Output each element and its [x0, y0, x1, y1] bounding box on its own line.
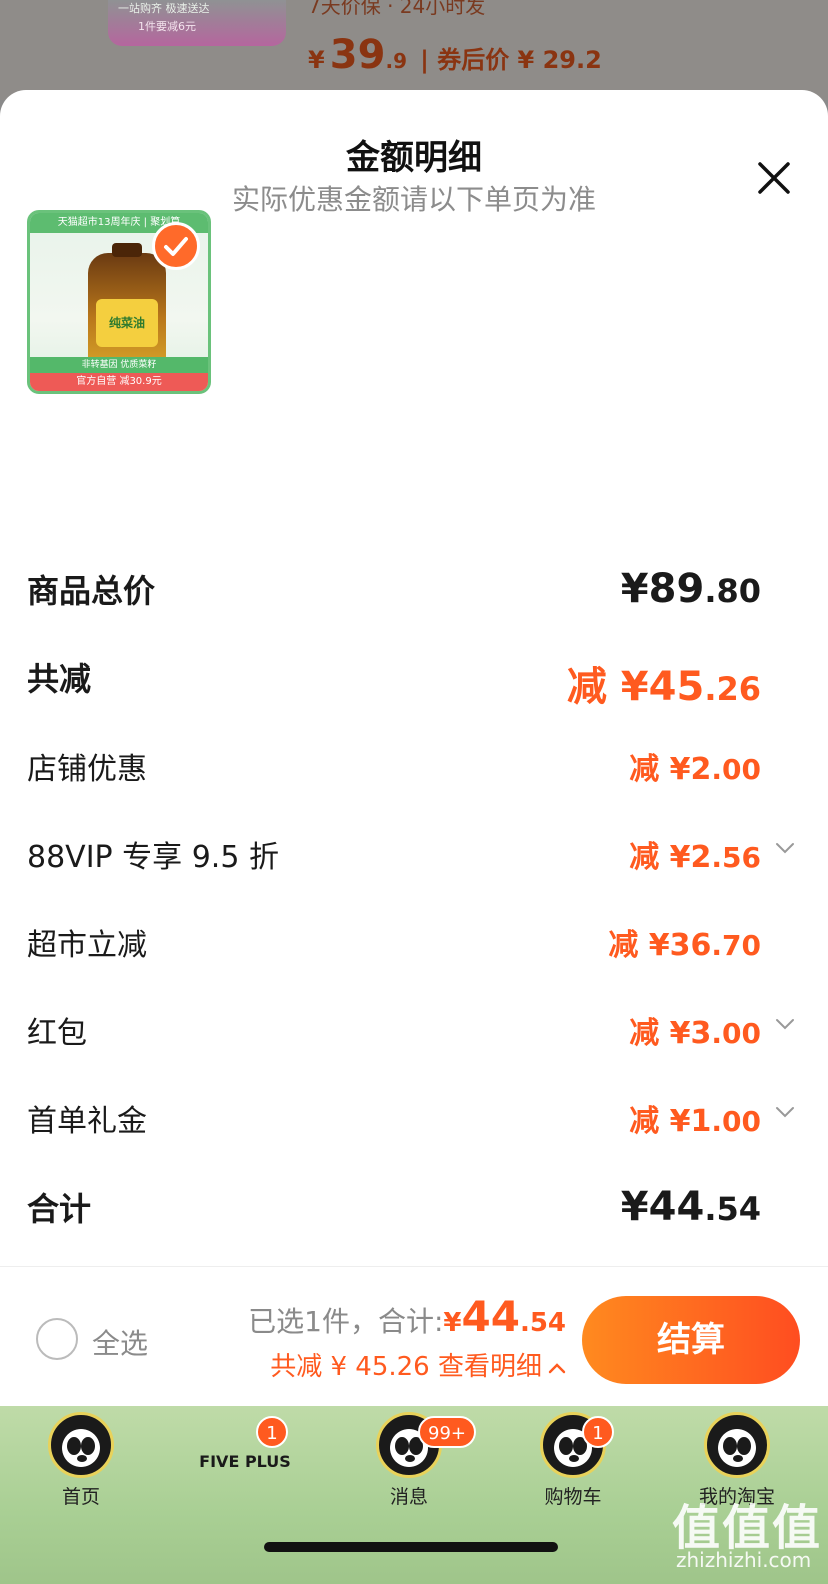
summary-label: 已选1件，合计: — [248, 1305, 444, 1338]
product-strip1: 非转基因 优质菜籽 — [30, 357, 208, 373]
watermark-url: zhizhizhi.com — [676, 1548, 812, 1572]
bottle-cap — [112, 243, 142, 257]
home-indicator[interactable] — [264, 1542, 558, 1552]
row-label: 店铺优惠 — [27, 752, 147, 787]
background-after-coupon: | 券后价 ¥ 29.2 — [420, 46, 602, 74]
summary-int: 44 — [461, 1292, 520, 1341]
row-value-int: 45 — [648, 664, 705, 710]
row-grand-total: 合计 ¥44.54 — [27, 1184, 797, 1232]
row-value: 减 ¥2.56 — [629, 832, 761, 876]
row-value: 减 ¥2.00 — [629, 744, 761, 788]
chevron-down-icon[interactable] — [773, 1100, 797, 1124]
notification-badge: 1 — [582, 1416, 614, 1448]
row-value-prefix: 减 ¥ — [608, 928, 670, 963]
panda-avatar-icon — [704, 1412, 770, 1478]
row-value-prefix: ¥ — [620, 1184, 649, 1230]
row-first-order-gift[interactable]: 首单礼金 减 ¥1.00 — [27, 1096, 797, 1139]
row-value: 减 ¥36.70 — [608, 920, 761, 964]
checkout-button[interactable]: 结算 — [582, 1296, 800, 1384]
select-all-radio[interactable] — [36, 1318, 78, 1360]
select-all-label[interactable]: 全选 — [92, 1322, 148, 1362]
oil-bottle-icon: 纯菜油 — [88, 243, 166, 371]
background-price-symbol: ¥ — [308, 46, 325, 74]
tab-label: 首页 — [61, 1486, 100, 1508]
row-value-dec: .00 — [711, 753, 761, 786]
row-value-int: 3 — [690, 1016, 712, 1051]
row-label: 红包 — [27, 1016, 87, 1051]
row-value: 减 ¥3.00 — [629, 1008, 761, 1052]
row-value-int: 1 — [690, 1104, 712, 1139]
row-value-dec: .54 — [704, 1190, 761, 1228]
row-value-prefix: 减 ¥ — [629, 1016, 691, 1051]
row-total-price: 商品总价 ¥89.80 — [27, 566, 797, 614]
summary-symbol: ¥ — [443, 1308, 462, 1338]
chevron-down-icon[interactable] — [773, 1012, 797, 1036]
tab-messages[interactable]: 99+ 消息 — [354, 1412, 476, 1512]
row-total-discount: 共减 减 ¥45.26 — [27, 654, 797, 710]
row-value-int: 89 — [648, 566, 705, 612]
row-value-int: 2 — [690, 840, 712, 875]
notification-badge: 99+ — [418, 1416, 476, 1448]
background-thumb-line2: 1件要减6元 — [138, 20, 196, 33]
row-value: ¥44.54 — [621, 1184, 761, 1230]
row-label: 共减 — [27, 660, 92, 698]
row-value: 减 ¥1.00 — [629, 1096, 761, 1140]
background-product-tag: 7天价保 · 24小时发 — [308, 0, 486, 18]
row-value-prefix: 减 ¥ — [629, 1104, 691, 1139]
close-icon — [758, 162, 790, 194]
row-value-int: 36 — [669, 928, 712, 963]
tab-cart[interactable]: 1 购物车 — [518, 1412, 628, 1512]
row-label: 首单礼金 — [27, 1104, 147, 1139]
row-value-prefix: 减 ¥ — [566, 664, 649, 710]
background-price-dec: .9 — [385, 49, 407, 73]
row-label: 88VIP 专享 9.5 折 — [27, 840, 279, 875]
row-value-prefix: ¥ — [620, 566, 649, 612]
row-value-dec: .00 — [711, 1105, 761, 1138]
summary-dec: .54 — [519, 1308, 566, 1338]
tab-home[interactable]: 首页 — [26, 1412, 136, 1512]
row-label: 超市立减 — [27, 928, 147, 963]
background-thumb-line1: 一站购齐 极速送达 — [118, 2, 210, 15]
background-product-strip: 一站购齐 极速送达 1件要减6元 7天价保 · 24小时发 ¥ 39.9 | 券… — [0, 0, 828, 100]
row-supermarket-discount: 超市立减 减 ¥36.70 — [27, 920, 797, 963]
tab-five-plus[interactable]: FIVE PLUS 1 — [190, 1412, 300, 1512]
view-detail-link[interactable]: 共减 ¥ 45.26 查看明细 — [270, 1346, 566, 1383]
chevron-up-icon — [548, 1363, 566, 1374]
row-value-dec: .70 — [711, 929, 761, 962]
row-value-dec: .56 — [711, 841, 761, 874]
product-strip2: 官方自营 减30.9元 — [30, 373, 208, 391]
row-value: ¥89.80 — [621, 566, 761, 612]
tab-label: 消息 — [389, 1486, 428, 1508]
row-value: 减 ¥45.26 — [567, 654, 761, 712]
selected-summary: 已选1件，合计:¥44.54 — [248, 1292, 566, 1341]
row-value-prefix: 减 ¥ — [629, 752, 691, 787]
row-label: 商品总价 — [27, 572, 156, 610]
row-value-dec: .26 — [704, 670, 761, 708]
savings-text: 共减 ¥ 45.26 查看明细 — [270, 1352, 542, 1382]
bottom-divider — [0, 1266, 828, 1267]
background-product-price: ¥ 39.9 | 券后价 ¥ 29.2 — [308, 32, 602, 78]
row-value-dec: .00 — [711, 1017, 761, 1050]
product-selected-checkbox[interactable] — [152, 222, 200, 270]
row-value-int: 2 — [690, 752, 712, 787]
row-value-prefix: 减 ¥ — [629, 840, 691, 875]
tab-label: FIVE PLUS — [199, 1452, 291, 1471]
check-icon — [164, 237, 188, 256]
background-product-thumbnail: 一站购齐 极速送达 1件要减6元 — [108, 0, 286, 46]
background-price-int: 39 — [329, 32, 386, 78]
close-button[interactable] — [754, 158, 794, 198]
panda-avatar-icon — [48, 1412, 114, 1478]
row-red-packet[interactable]: 红包 减 ¥3.00 — [27, 1008, 797, 1051]
row-label: 合计 — [27, 1190, 92, 1228]
tab-label: 购物车 — [544, 1486, 602, 1508]
bottle-label: 纯菜油 — [96, 299, 158, 347]
row-88vip-discount[interactable]: 88VIP 专享 9.5 折 减 ¥2.56 — [27, 832, 797, 875]
chevron-down-icon[interactable] — [773, 836, 797, 860]
row-value-int: 44 — [648, 1184, 705, 1230]
notification-badge: 1 — [256, 1416, 288, 1448]
row-value-dec: .80 — [704, 572, 761, 610]
row-store-discount: 店铺优惠 减 ¥2.00 — [27, 744, 797, 787]
sheet-title: 金额明细 — [346, 138, 482, 178]
